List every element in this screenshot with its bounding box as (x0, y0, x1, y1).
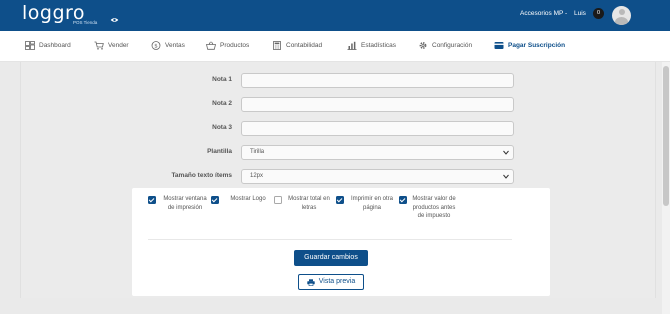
eye-icon[interactable] (110, 17, 119, 23)
nav-productos-label: Productos (220, 42, 250, 49)
nav-configuracion[interactable]: Configuración (418, 41, 472, 50)
nav-ventas[interactable]: $ Ventas (151, 41, 185, 50)
option-valor-antes-impuesto[interactable]: Mostrar valor de productos antes de impu… (399, 195, 457, 221)
chevron-down-icon (503, 150, 509, 155)
mostrar-ventana-label: Mostrar ventana de impresión (163, 196, 207, 211)
save-button[interactable]: Guardar cambios (294, 250, 368, 266)
nav-dashboard[interactable]: Dashboard (25, 41, 71, 50)
avatar-head-shape (618, 9, 625, 15)
preview-label: Vista previa (318, 278, 356, 285)
nav-pagar-suscripcion[interactable]: Pagar Suscripción (494, 41, 565, 50)
nav-estadisticas[interactable]: Estadísticas (347, 41, 396, 50)
option-imprimir-otra-pagina[interactable]: Imprimir en otra página (336, 195, 394, 212)
plantilla-label: Plantilla (207, 148, 232, 155)
avatar-body-shape (615, 17, 628, 25)
bar-chart-icon (347, 41, 357, 50)
avatar[interactable] (612, 6, 631, 25)
gear-icon (419, 42, 427, 49)
option-mostrar-total-letras[interactable]: Mostrar total en letras (274, 195, 331, 212)
logo-subtitle: POS Tienda (73, 20, 98, 25)
nav-contabilidad-label: Contabilidad (286, 42, 323, 49)
tamano-select[interactable]: 12px (241, 169, 514, 184)
nav-pagar-suscripcion-label: Pagar Suscripción (508, 42, 566, 49)
mostrar-total-letras-checkbox[interactable] (274, 196, 282, 204)
mostrar-ventana-checkbox[interactable] (148, 196, 156, 204)
imprimir-otra-pagina-checkbox[interactable] (336, 196, 344, 204)
user-name[interactable]: Luis (574, 10, 586, 17)
tamano-label: Tamaño texto ítems (171, 172, 232, 179)
main-nav: Dashboard Vender $ Ventas Productos Cont… (0, 31, 670, 62)
top-header: loggro POS Tienda Accesorios MP - Luis 0 (0, 0, 670, 31)
credit-card-icon (494, 42, 504, 49)
printer-icon (307, 278, 315, 286)
nota1-label: Nota 1 (212, 76, 232, 83)
nota1-field[interactable] (241, 73, 514, 88)
basket-icon (206, 41, 216, 50)
nota2-label: Nota 2 (212, 100, 232, 107)
chevron-down-icon (503, 174, 509, 179)
plantilla-select[interactable]: Tirilla (241, 145, 514, 160)
nav-vender[interactable]: Vender (94, 41, 129, 50)
mostrar-logo-checkbox[interactable] (211, 196, 219, 204)
preview-button[interactable]: Vista previa (298, 274, 364, 290)
nota3-label: Nota 3 (212, 124, 232, 131)
nav-configuracion-label: Configuración (432, 42, 473, 49)
option-mostrar-ventana[interactable]: Mostrar ventana de impresión (148, 195, 208, 212)
valor-antes-impuesto-label: Mostrar valor de productos antes de impu… (412, 196, 456, 219)
valor-antes-impuesto-checkbox[interactable] (399, 196, 407, 204)
nav-ventas-label: Ventas (165, 42, 185, 49)
print-options-panel: Mostrar ventana de impresión Mostrar Log… (132, 188, 550, 296)
nota2-field[interactable] (241, 97, 514, 112)
notification-badge[interactable]: 0 (593, 8, 604, 19)
divider (148, 239, 512, 240)
calculator-icon (273, 41, 281, 50)
nav-productos[interactable]: Productos (206, 41, 249, 50)
tamano-value: 12px (250, 173, 264, 179)
nav-dashboard-label: Dashboard (39, 42, 71, 49)
account-selector[interactable]: Accesorios MP - (520, 10, 567, 17)
scrollbar-thumb[interactable] (663, 66, 669, 206)
nav-contabilidad[interactable]: Contabilidad (272, 41, 322, 50)
option-mostrar-logo[interactable]: Mostrar Logo (211, 195, 273, 204)
cart-icon (94, 41, 104, 50)
svg-text:$: $ (154, 44, 158, 50)
plantilla-value: Tirilla (250, 149, 265, 155)
dashboard-icon (25, 41, 35, 50)
mostrar-total-letras-label: Mostrar total en letras (288, 196, 330, 211)
nav-vender-label: Vender (108, 42, 129, 49)
nota3-field[interactable] (241, 121, 514, 136)
dollar-circle-icon: $ (151, 41, 161, 50)
nav-estadisticas-label: Estadísticas (361, 42, 397, 49)
imprimir-otra-pagina-label: Imprimir en otra página (350, 196, 393, 211)
mostrar-logo-label: Mostrar Logo (230, 196, 266, 202)
